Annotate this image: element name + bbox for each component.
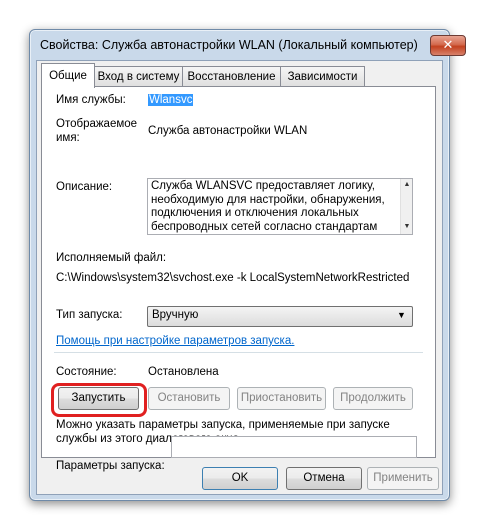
ok-button[interactable]: OK xyxy=(202,467,278,490)
description-line: Служба WLANSVC предоставляет логику, xyxy=(151,180,375,192)
apply-button[interactable]: Применить xyxy=(367,467,439,490)
description-label: Описание: xyxy=(56,181,113,193)
description-scrollbar[interactable]: ▲ ▼ xyxy=(400,179,412,234)
service-properties-dialog: Свойства: Служба автонастройки WLAN (Лок… xyxy=(29,29,466,501)
scroll-down-icon[interactable]: ▼ xyxy=(401,221,412,233)
separator xyxy=(54,352,423,353)
scroll-up-icon[interactable]: ▲ xyxy=(401,179,412,191)
hint-line1: Можно указать параметры запуска, применя… xyxy=(56,419,390,431)
window-title: Свойства: Служба автонастройки WLAN (Лок… xyxy=(40,38,418,52)
stop-button[interactable]: Остановить xyxy=(148,387,230,410)
display-name-label-line1: Отображаемое xyxy=(56,118,138,130)
service-name-label: Имя службы: xyxy=(56,94,126,106)
exe-label: Исполняемый файл: xyxy=(56,252,167,264)
status-label: Состояние: xyxy=(56,366,117,378)
description-line: беспроводных сетей согласно стандартам I… xyxy=(151,220,378,233)
display-name-value: Служба автонастройки WLAN xyxy=(148,125,308,137)
startup-type-select[interactable]: Вручную ▼ xyxy=(147,306,413,327)
tab-dependencies[interactable]: Зависимости xyxy=(280,66,365,87)
description-text: Служба WLANSVC предоставляет логику, нео… xyxy=(151,180,395,234)
start-button[interactable]: Запустить xyxy=(58,387,139,410)
service-name-text: Wlansvc xyxy=(148,94,194,106)
exe-path: C:\Windows\system32\svchost.exe -k Local… xyxy=(56,272,410,284)
tab-general[interactable]: Общие xyxy=(41,63,95,88)
chevron-down-icon: ▼ xyxy=(397,310,406,320)
close-icon[interactable]: ✕ xyxy=(430,35,466,56)
resume-button[interactable]: Продолжить xyxy=(333,387,413,410)
cancel-button[interactable]: Отмена xyxy=(286,467,362,490)
startup-params-label: Параметры запуска: xyxy=(56,460,165,472)
description-line: подключения и отключения локальных xyxy=(151,207,359,219)
tab-panel-general: Имя службы: Wlansvc Отображаемое имя: Сл… xyxy=(41,86,436,472)
service-name-value[interactable]: Wlansvc xyxy=(148,94,194,106)
tab-recovery[interactable]: Восстановление xyxy=(182,66,281,87)
status-value: Остановлена xyxy=(148,366,219,378)
description-box[interactable]: Служба WLANSVC предоставляет логику, нео… xyxy=(147,178,413,235)
startup-help-link[interactable]: Помощь при настройке параметров запуска. xyxy=(56,335,294,347)
startup-type-value: Вручную xyxy=(152,309,199,321)
display-name-label-line2: имя: xyxy=(56,132,80,144)
startup-type-label: Тип запуска: xyxy=(56,309,123,321)
description-line: необходимую для настройки, обнаружения, xyxy=(151,193,385,206)
startup-params-input[interactable] xyxy=(171,436,417,458)
dialog-client-area: Общие Вход в систему Восстановление Зави… xyxy=(36,60,443,495)
tab-logon[interactable]: Вход в систему xyxy=(94,66,183,87)
pause-button[interactable]: Приостановить xyxy=(237,387,326,410)
